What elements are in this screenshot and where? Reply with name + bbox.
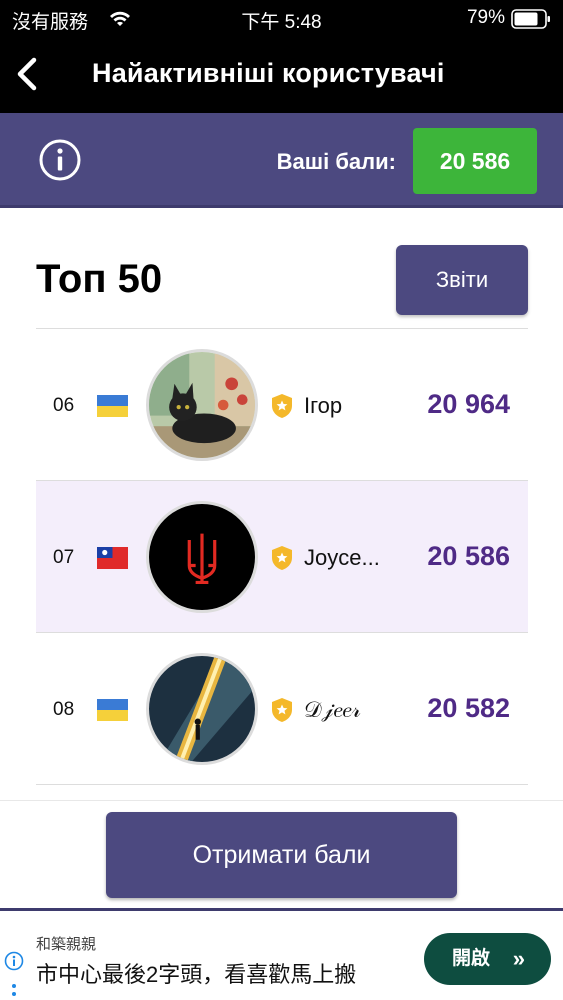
get-points-button[interactable]: Отримати бали [106,812,457,898]
ad-open-label: 開啟 [452,948,491,969]
leaderboard-list: 06 Ігор 20 964 07 Joyce... 20 586 08 𝒟𝒿𝑒… [36,328,528,785]
rank-number: 06 [53,395,75,416]
user-score: 20 586 [427,541,510,571]
double-chevron-icon: » [512,946,525,971]
ad-banner[interactable]: 和築親親 市中心最後2字頭，看喜歡馬上搬 開啟 » [0,908,563,1000]
ad-info-icon[interactable] [4,951,24,971]
user-score: 20 582 [427,693,510,723]
leaderboard-row-current-user[interactable]: 07 Joyce... 20 586 [36,481,528,633]
avatar[interactable] [146,653,258,765]
cat-avatar-image [149,352,255,458]
user-name: Joyce... [304,545,380,570]
user-name: Ігор [304,393,343,418]
app-header: Найактивніші користувачі [0,38,563,113]
avatar[interactable] [146,501,258,613]
taiwan-flag-icon [97,547,128,569]
ukraine-flag-icon [97,395,128,417]
footer-divider [0,800,563,801]
battery-percentage: 79% [466,7,505,28]
ad-headline: 市中心最後2字頭，看喜歡馬上搬 [36,962,357,987]
leaderboard-title: Топ 50 [36,257,163,301]
reports-button[interactable]: Звіти [396,245,528,315]
rank-number: 08 [53,699,75,720]
trident-avatar-image [149,504,255,610]
points-bar: Ваші бали: 20 586 [0,113,563,208]
ad-advertiser: 和築親親 [36,936,97,953]
page-title: Найактивніші користувачі [92,58,445,88]
status-bar: 沒有服務 下午 5:48 79% [0,0,563,38]
rank-number: 07 [53,547,75,568]
lightning-avatar-image [149,656,255,762]
leaderboard-row[interactable]: 06 Ігор 20 964 [36,329,528,481]
shield-badge-icon [272,394,292,418]
back-arrow-icon[interactable] [10,54,44,94]
info-icon[interactable] [38,138,82,182]
points-label: Ваші бали: [276,149,396,174]
shield-badge-icon [272,698,292,722]
ad-open-button[interactable]: 開啟 » [424,933,551,985]
avatar[interactable] [146,349,258,461]
user-name: 𝒟𝒿𝑒𝑒𝓇 [304,697,361,722]
ad-menu-icon[interactable] [10,983,18,1000]
points-value: 20 586 [413,128,537,194]
leaderboard-row[interactable]: 08 𝒟𝒿𝑒𝑒𝓇 20 582 [36,633,528,785]
ukraine-flag-icon [97,699,128,721]
battery-icon [511,9,550,29]
user-score: 20 964 [427,389,510,419]
shield-badge-icon [272,546,292,570]
